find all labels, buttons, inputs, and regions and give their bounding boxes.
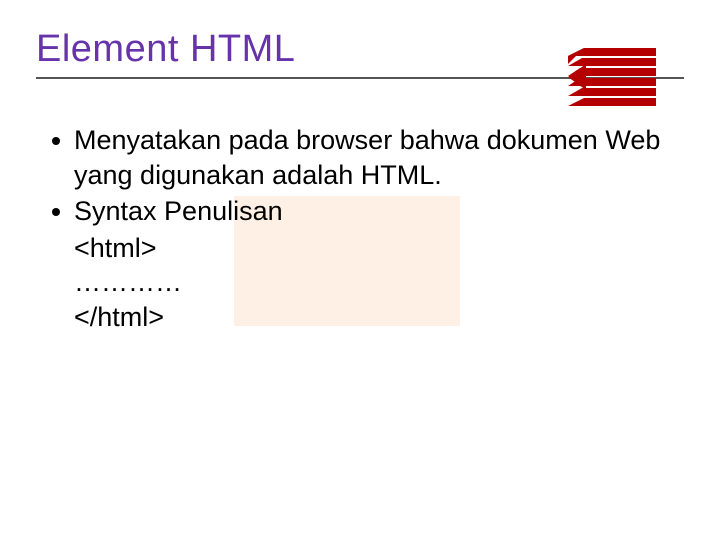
bullet-item: Syntax Penulisan: [52, 194, 684, 229]
bullet-text: Menyatakan pada browser bahwa dokumen We…: [74, 123, 684, 192]
code-line: …………: [52, 265, 684, 300]
bullet-dot-icon: [52, 208, 60, 216]
code-line: </html>: [52, 300, 684, 335]
content-area: Menyatakan pada browser bahwa dokumen We…: [36, 123, 684, 334]
logo-icon: [568, 48, 656, 115]
bullet-item: Menyatakan pada browser bahwa dokumen We…: [52, 123, 684, 192]
bullet-text: Syntax Penulisan: [74, 194, 283, 229]
slide-title: Element HTML: [36, 28, 295, 71]
code-line: <html>: [52, 231, 684, 266]
bullet-dot-icon: [52, 137, 60, 145]
